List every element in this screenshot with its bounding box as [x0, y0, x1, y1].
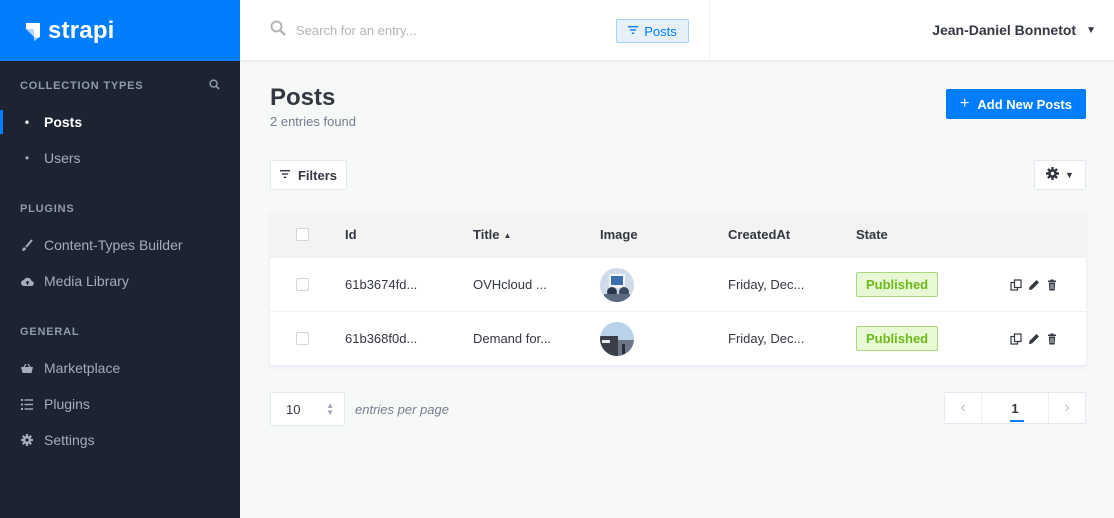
column-header-image: Image [600, 227, 638, 242]
top-bar: Posts Jean-Daniel Bonnetot ▼ [240, 0, 1114, 61]
add-new-posts-button[interactable]: + Add New Posts [946, 89, 1086, 119]
sidebar-item-content-types-builder[interactable]: Content-Types Builder [20, 227, 220, 263]
entries-table: Id Title ▲ Image CreatedAt State 61b3674f… [270, 212, 1086, 365]
section-general: General Marketplace Plugins Settings [0, 325, 240, 458]
chevron-right-icon[interactable]: › [1049, 393, 1085, 423]
caret-down-icon: ▼ [1065, 170, 1074, 180]
gear-icon [1046, 167, 1060, 183]
page-title: Posts [270, 84, 336, 111]
add-button-label: Add New Posts [977, 96, 1072, 112]
section-heading-collection-types: Collection Types [20, 80, 144, 92]
cell-title: OVHcloud ... [473, 277, 547, 292]
status-badge: Published [856, 272, 939, 297]
list-icon [20, 398, 34, 410]
strapi-logo-icon [22, 21, 42, 41]
sidebar-item-users[interactable]: • Users [20, 140, 220, 176]
sidebar-item-label: Posts [44, 114, 83, 130]
paintbrush-icon [20, 239, 34, 251]
entries-per-page-select[interactable]: 10 ▲ ▼ [270, 392, 345, 426]
entry-thumbnail [600, 321, 634, 356]
edit-icon[interactable] [1028, 333, 1040, 345]
sidebar-item-posts[interactable]: • Posts [0, 104, 220, 140]
page-number-button[interactable]: 1 [981, 393, 1049, 423]
cell-id: 61b368f0d... [345, 331, 418, 346]
row-checkbox[interactable] [296, 332, 309, 345]
trash-icon[interactable] [1046, 333, 1058, 345]
sidebar-item-settings[interactable]: Settings [20, 422, 220, 458]
active-indicator [0, 110, 3, 134]
sort-ascending-icon: ▲ [503, 231, 512, 241]
chevron-left-icon[interactable]: ‹ [945, 393, 981, 423]
sidebar-item-media-library[interactable]: Media Library [20, 263, 220, 299]
search-bar [270, 20, 556, 41]
caret-down-icon: ▼ [1086, 24, 1096, 36]
user-menu[interactable]: Jean-Daniel Bonnetot ▼ [932, 22, 1096, 38]
table-row[interactable]: 61b3674fd... OVHcloud ... Friday, Dec...… [270, 257, 1086, 311]
search-icon[interactable] [209, 79, 220, 93]
cell-createdat: Friday, Dec... [728, 331, 805, 346]
edit-icon[interactable] [1028, 279, 1040, 291]
table-header: Id Title ▲ Image CreatedAt State [270, 212, 1086, 257]
table-row[interactable]: 61b368f0d... Demand for... Friday, Dec..… [270, 311, 1086, 365]
per-page-value: 10 [286, 401, 301, 417]
plus-icon: + [960, 95, 970, 112]
basket-icon [20, 363, 34, 374]
sidebar-item-label: Marketplace [44, 360, 121, 376]
cell-title: Demand for... [473, 331, 552, 346]
row-checkbox[interactable] [296, 278, 309, 291]
select-all-checkbox[interactable] [296, 228, 309, 241]
trash-icon[interactable] [1046, 279, 1058, 291]
brand-logo[interactable]: strapi [0, 0, 240, 61]
search-scope-pill[interactable]: Posts [616, 19, 689, 43]
cloud-upload-icon [20, 276, 34, 287]
filters-button[interactable]: Filters [270, 160, 347, 190]
sidebar-item-label: Plugins [44, 396, 90, 412]
bullet-icon: • [24, 115, 30, 129]
sidebar-item-label: Settings [44, 432, 95, 448]
column-header-title[interactable]: Title ▲ [473, 227, 600, 242]
column-header-label: Title [473, 227, 500, 242]
gear-icon [20, 434, 34, 446]
bullet-icon: • [24, 151, 30, 165]
sidebar-item-label: Users [44, 150, 81, 166]
per-page-label: entries per page [355, 402, 449, 417]
sidebar: strapi Collection Types • Posts • Users … [0, 0, 240, 518]
pagination: ‹ 1 › [944, 392, 1086, 424]
search-scope-label: Posts [644, 23, 677, 39]
filter-icon [628, 25, 639, 37]
entry-thumbnail [600, 267, 634, 302]
cell-createdat: Friday, Dec... [728, 277, 805, 292]
section-plugins: Plugins Content-Types Builder Media Libr… [0, 202, 240, 299]
duplicate-icon[interactable] [1010, 332, 1022, 345]
entries-count: 2 entries found [270, 114, 357, 129]
sidebar-item-marketplace[interactable]: Marketplace [20, 350, 220, 386]
column-header-createdat[interactable]: CreatedAt [728, 227, 856, 242]
select-arrows-icon: ▲ ▼ [326, 401, 334, 417]
sidebar-item-label: Media Library [44, 273, 129, 289]
duplicate-icon[interactable] [1010, 278, 1022, 291]
list-settings-button[interactable]: ▼ [1034, 160, 1086, 190]
section-heading-general: General [20, 326, 80, 338]
sidebar-item-plugins[interactable]: Plugins [20, 386, 220, 422]
column-header-id[interactable]: Id [345, 227, 473, 242]
filter-icon [279, 169, 290, 181]
search-input[interactable] [296, 23, 556, 38]
section-collection-types: Collection Types • Posts • Users [0, 79, 240, 176]
user-name: Jean-Daniel Bonnetot [932, 22, 1077, 38]
header-divider [709, 0, 710, 61]
cell-id: 61b3674fd... [345, 277, 418, 292]
filters-label: Filters [297, 167, 337, 183]
search-icon [270, 20, 286, 41]
brand-name: strapi [48, 16, 115, 44]
status-badge: Published [856, 326, 939, 351]
section-heading-plugins: Plugins [20, 203, 75, 215]
sidebar-item-label: Content-Types Builder [44, 237, 183, 253]
column-header-state: State [856, 227, 888, 242]
